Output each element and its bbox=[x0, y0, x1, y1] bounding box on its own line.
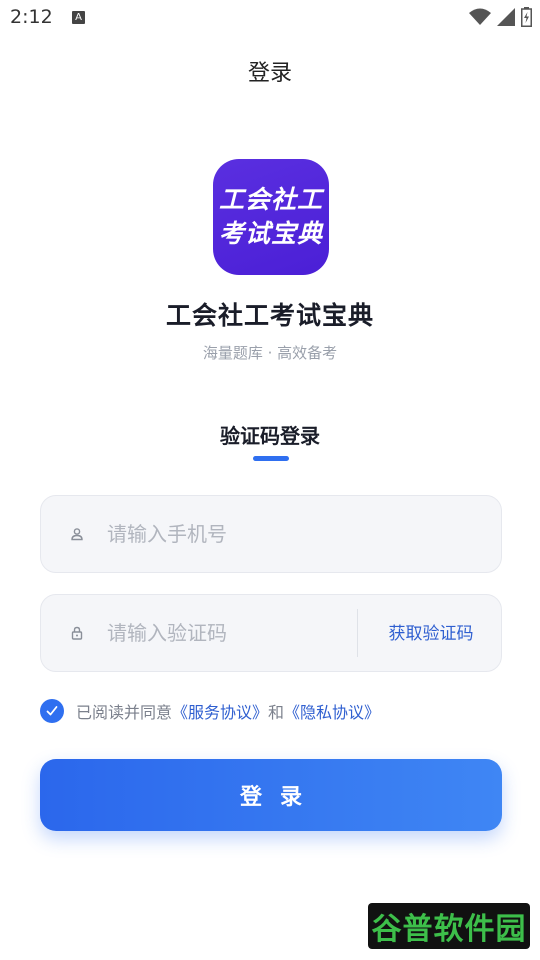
app-logo-line2: 考试宝典 bbox=[218, 219, 323, 248]
code-divider bbox=[357, 609, 358, 657]
check-icon bbox=[46, 706, 58, 716]
code-input-box[interactable]: 获取验证码 bbox=[40, 594, 502, 672]
watermark-logo: 谷普软件园 bbox=[368, 903, 530, 949]
status-bar: 2:12 A bbox=[0, 0, 540, 36]
tab-sms-login[interactable]: 验证码登录 bbox=[0, 420, 540, 449]
user-icon bbox=[71, 528, 83, 541]
signal-icon bbox=[497, 8, 515, 26]
agreement-and: 和 bbox=[268, 703, 285, 722]
privacy-agreement-link[interactable]: 《隐私协议》 bbox=[284, 699, 380, 723]
agreement-checkbox[interactable] bbox=[40, 699, 64, 723]
page-title: 登录 bbox=[247, 61, 292, 86]
status-icons bbox=[469, 7, 532, 27]
wifi-icon bbox=[469, 8, 491, 25]
app-logo-line1: 工会社工 bbox=[218, 185, 323, 214]
phone-input[interactable] bbox=[107, 516, 357, 552]
notification-icon: A bbox=[72, 11, 85, 24]
service-agreement-link[interactable]: 《服务协议》 bbox=[172, 699, 268, 723]
app-logo: 工会社工 考试宝典 bbox=[213, 159, 329, 275]
login-button[interactable]: 登录 bbox=[40, 759, 502, 831]
tab-indicator bbox=[253, 456, 289, 461]
app-slogan: 海量题库 · 高效备考 bbox=[202, 344, 338, 362]
battery-icon bbox=[521, 7, 532, 27]
code-input[interactable] bbox=[107, 615, 357, 651]
app-name: 工会社工考试宝典 bbox=[165, 301, 374, 330]
status-time: 2:12 bbox=[10, 6, 53, 28]
agreement-prefix: 已阅读并同意 bbox=[76, 703, 173, 722]
get-code-button[interactable]: 获取验证码 bbox=[359, 595, 503, 673]
lock-icon bbox=[71, 626, 83, 640]
phone-input-box[interactable] bbox=[40, 495, 502, 573]
agreement-row: 已阅读并同意 《服务协议》 和 《隐私协议》 bbox=[40, 698, 380, 724]
